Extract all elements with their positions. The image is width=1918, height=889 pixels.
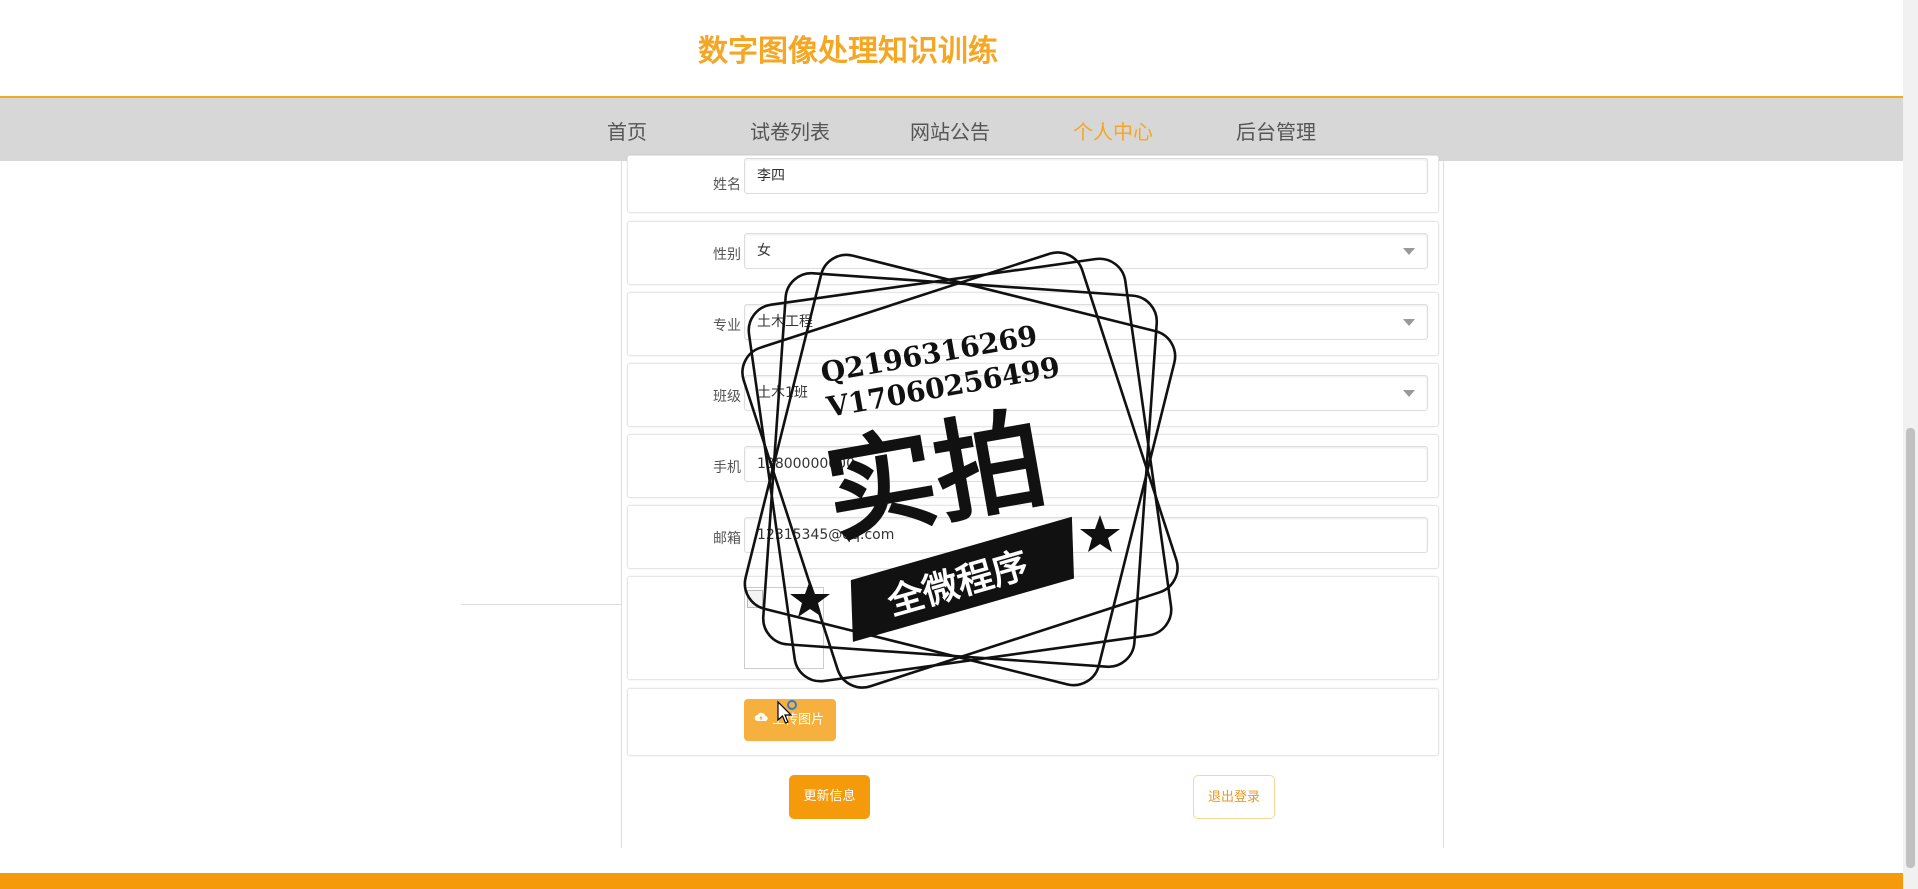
major-label: 专业 [713,318,741,334]
phone-input[interactable]: 13800000000 [744,446,1428,482]
broken-image-icon [747,590,763,608]
mouse-cursor-icon [777,700,797,724]
major-select[interactable]: 土木工程 [744,304,1428,340]
major-select-value: 土木工程 [757,314,813,330]
nav-item-profile[interactable]: 个人中心 [1073,116,1153,145]
footer-bar [0,873,1903,889]
nav-item-home[interactable]: 首页 [607,116,647,145]
update-info-button[interactable]: 更新信息 [789,775,870,819]
chevron-down-icon [1403,248,1415,255]
form-row-gender: 性别 女 [627,221,1439,285]
chevron-down-icon [1403,319,1415,326]
page-scrollbar-thumb[interactable] [1906,428,1915,868]
class-select-value: 土木1班 [757,385,808,401]
avatar-preview [744,587,824,669]
form-row-avatar [627,576,1439,680]
logout-button[interactable]: 退出登录 [1193,775,1275,819]
sidebar-panel [461,161,621,605]
form-row-upload: 上传图片 [627,688,1439,756]
gender-select[interactable]: 女 [744,233,1428,269]
main-nav: 首页 试卷列表 网站公告 个人中心 后台管理 [0,98,1903,161]
gender-select-value: 女 [757,243,771,259]
email-label: 邮箱 [713,531,741,547]
nav-item-announcements[interactable]: 网站公告 [910,116,990,145]
phone-label: 手机 [713,460,741,476]
nav-item-exam-list[interactable]: 试卷列表 [750,116,830,145]
class-select[interactable]: 土木1班 [744,375,1428,411]
gender-label: 性别 [713,247,741,263]
chevron-down-icon [1403,390,1415,397]
site-header: 数字图像处理知识训练 [0,0,1903,98]
form-row-phone: 手机 13800000000 [627,434,1439,498]
form-row-class: 班级 土木1班 [627,363,1439,427]
name-label: 姓名 [713,177,741,193]
cloud-upload-icon [754,699,768,741]
class-label: 班级 [713,389,741,405]
site-title: 数字图像处理知识训练 [698,34,998,69]
nav-item-admin[interactable]: 后台管理 [1236,116,1316,145]
form-row-name: 姓名 李四 [627,155,1439,213]
form-row-email: 邮箱 12315345@qq.com [627,505,1439,569]
form-row-major: 专业 土木工程 [627,292,1439,356]
name-input[interactable]: 李四 [744,158,1428,194]
email-input[interactable]: 12315345@qq.com [744,517,1428,553]
